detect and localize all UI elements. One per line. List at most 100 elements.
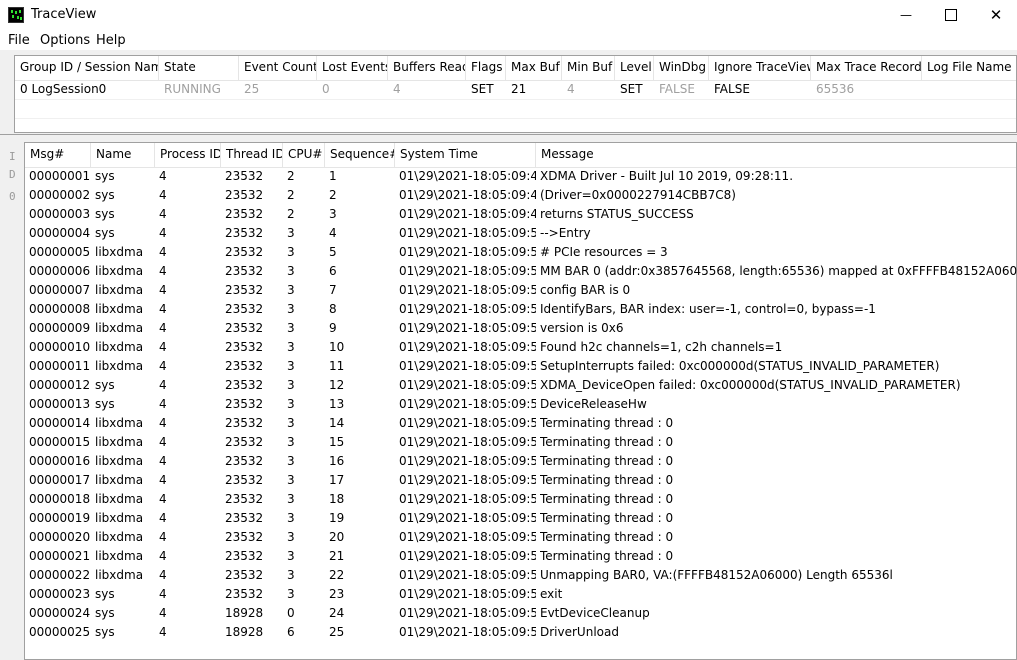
minimize-button[interactable]: — <box>883 0 929 30</box>
pane-splitter[interactable] <box>0 134 1017 142</box>
session-col-group-id-session-name[interactable]: Group ID / Session Name <box>15 56 159 80</box>
message-cell-message: returns STATUS_SUCCESS <box>540 207 694 221</box>
message-cell-sequence: 2 <box>329 188 337 202</box>
session-list[interactable]: Group ID / Session Name State Event Count L… <box>14 55 1017 133</box>
table-row[interactable]: 00000016 libxdma 4 23532 3 16 01\29\2021-18:05… <box>25 452 1016 471</box>
session-col-lost-events[interactable]: Lost Events <box>317 56 388 80</box>
session-col-max-buf[interactable]: Max Buf <box>506 56 562 80</box>
side-strip: I D 0 <box>0 142 24 660</box>
close-button[interactable]: ✕ <box>973 0 1017 30</box>
table-row[interactable]: 00000012 sys 4 23532 3 12 01\29\2021-18:05:09:… <box>25 376 1016 395</box>
message-cell-thread-id: 23532 <box>225 397 264 411</box>
message-cell-system-time: 01\29\2021-18:05:09:516 <box>399 473 536 487</box>
message-cell-sequence: 1 <box>329 169 337 183</box>
table-row[interactable]: 00000005 libxdma 4 23532 3 5 01\29\2021-18:05:… <box>25 243 1016 262</box>
session-col-min-buf[interactable]: Min Buf <box>562 56 615 80</box>
message-col-name[interactable]: Name <box>91 143 155 167</box>
menu-options[interactable]: Options <box>40 33 90 48</box>
table-row[interactable]: 00000015 libxdma 4 23532 3 15 01\29\2021-18:05… <box>25 433 1016 452</box>
session-col-flags[interactable]: Flags <box>466 56 506 80</box>
session-cell-windbg: FALSE <box>659 82 695 96</box>
message-cell-cpu: 3 <box>287 397 295 411</box>
message-cell-cpu: 0 <box>287 606 295 620</box>
maximize-button[interactable] <box>928 0 974 30</box>
message-cell-message: EvtDeviceCleanup <box>540 606 650 620</box>
table-row[interactable]: 00000021 libxdma 4 23532 3 21 01\29\2021-18:05… <box>25 547 1016 566</box>
table-row[interactable]: 00000006 libxdma 4 23532 3 6 01\29\2021-18:05:… <box>25 262 1017 281</box>
message-cell-name: sys <box>95 606 115 620</box>
message-cell-message: SetupInterrupts failed: 0xc000000d(STATU… <box>540 359 940 373</box>
message-list[interactable]: Msg# Name Process ID Thread ID CPU# Sequence#… <box>24 142 1017 660</box>
message-cell-system-time: 01\29\2021-18:05:09:516 <box>399 587 536 601</box>
menu-file[interactable]: File <box>8 33 30 48</box>
session-col-buffers-read[interactable]: Buffers Read <box>388 56 466 80</box>
session-row[interactable]: 0 LogSession0 RUNNING 25 0 4 SET 21 4 SET FALSE FA… <box>15 80 1016 99</box>
message-cell-system-time: 01\29\2021-18:05:09:516 <box>399 549 536 563</box>
message-cell-name: sys <box>95 188 115 202</box>
message-cell-name: libxdma <box>95 321 144 335</box>
message-col-process-id[interactable]: Process ID <box>155 143 221 167</box>
message-cell-system-time: 01\29\2021-18:05:09:515 <box>399 264 536 278</box>
message-col-cpu[interactable]: CPU# <box>283 143 325 167</box>
table-row[interactable]: 00000004 sys 4 23532 3 4 01\29\2021-18:05:09:5… <box>25 224 1016 243</box>
table-row[interactable]: 00000024 sys 4 18928 0 24 01\29\2021-18:05:09:… <box>25 604 1016 623</box>
table-row[interactable]: 00000019 libxdma 4 23532 3 19 01\29\2021-18:05… <box>25 509 1016 528</box>
message-cell-msg: 00000018 <box>29 492 91 506</box>
message-cell-message: Terminating thread : 0 <box>540 454 674 468</box>
session-col-windbg[interactable]: WinDbg <box>654 56 709 80</box>
table-row[interactable]: 00000018 libxdma 4 23532 3 18 01\29\2021-18:05… <box>25 490 1016 509</box>
message-cell-msg: 00000007 <box>29 283 91 297</box>
table-row[interactable]: 00000023 sys 4 23532 3 23 01\29\2021-18:05:09:… <box>25 585 1016 604</box>
session-col-level[interactable]: Level <box>615 56 654 80</box>
table-row[interactable]: 00000013 sys 4 23532 3 13 01\29\2021-18:05:09:… <box>25 395 1016 414</box>
message-cell-process-id: 4 <box>159 188 167 202</box>
message-cell-system-time: 01\29\2021-18:05:09:516 <box>399 492 536 506</box>
table-row[interactable]: 00000009 libxdma 4 23532 3 9 01\29\2021-18:05:… <box>25 319 1016 338</box>
message-cell-sequence: 9 <box>329 321 337 335</box>
message-cell-name: libxdma <box>95 454 144 468</box>
message-col-msg[interactable]: Msg# <box>25 143 91 167</box>
message-cell-name: libxdma <box>95 302 144 316</box>
side-glyph-1: I <box>9 150 16 163</box>
message-cell-sequence: 7 <box>329 283 337 297</box>
message-cell-message: Terminating thread : 0 <box>540 549 674 563</box>
table-row[interactable]: 00000014 libxdma 4 23532 3 14 01\29\2021-18:05… <box>25 414 1016 433</box>
message-col-system-time[interactable]: System Time <box>395 143 536 167</box>
table-row[interactable]: 00000022 libxdma 4 23532 3 22 01\29\2021-18:05… <box>25 566 1016 585</box>
session-col-ignore-traceview[interactable]: Ignore TraceView <box>709 56 811 80</box>
message-cell-name: sys <box>95 207 115 221</box>
table-row[interactable]: 00000002 sys 4 23532 2 2 01\29\2021-18:05:09:4… <box>25 186 1016 205</box>
session-col-log-file-name[interactable]: Log File Name <box>922 56 1017 80</box>
message-cell-sequence: 19 <box>329 511 345 525</box>
message-cell-system-time: 01\29\2021-18:05:09:515 <box>399 302 536 316</box>
message-col-sequence[interactable]: Sequence# <box>325 143 395 167</box>
message-cell-sequence: 20 <box>329 530 345 544</box>
maximize-icon <box>945 9 957 21</box>
table-row[interactable]: 00000020 libxdma 4 23532 3 20 01\29\2021-18:05… <box>25 528 1016 547</box>
table-row[interactable]: 00000025 sys 4 18928 6 25 01\29\2021-18:05:09:… <box>25 623 1016 642</box>
message-col-message[interactable]: Message <box>536 143 1017 167</box>
message-cell-message: (Driver=0x0000227914CBB7C8) <box>540 188 736 202</box>
message-cell-thread-id: 18928 <box>225 606 264 620</box>
session-cell-buffers-read: 4 <box>393 82 401 96</box>
message-cell-sequence: 15 <box>329 435 345 449</box>
table-row[interactable]: 00000010 libxdma 4 23532 3 10 01\29\2021-18:05… <box>25 338 1016 357</box>
table-row[interactable]: 00000017 libxdma 4 23532 3 17 01\29\2021-18:05… <box>25 471 1016 490</box>
menu-help[interactable]: Help <box>96 33 126 48</box>
session-col-max-trace-records[interactable]: Max Trace Records <box>811 56 922 80</box>
table-row[interactable]: 00000008 libxdma 4 23532 3 8 01\29\2021-18:05:… <box>25 300 1016 319</box>
message-cell-process-id: 4 <box>159 169 167 183</box>
session-col-state[interactable]: State <box>159 56 239 80</box>
table-row[interactable]: 00000011 libxdma 4 23532 3 11 01\29\2021-18:05… <box>25 357 1016 376</box>
message-cell-cpu: 2 <box>287 169 295 183</box>
table-row[interactable]: 00000003 sys 4 23532 2 3 01\29\2021-18:05:09:4… <box>25 205 1016 224</box>
message-cell-sequence: 14 <box>329 416 345 430</box>
table-row[interactable]: 00000001 sys 4 23532 2 1 01\29\2021-18:05:09:4… <box>25 167 1016 186</box>
session-col-event-count[interactable]: Event Count <box>239 56 317 80</box>
message-cell-message: -->Entry <box>540 226 591 240</box>
table-row[interactable]: 00000007 libxdma 4 23532 3 7 01\29\2021-18:05:… <box>25 281 1016 300</box>
message-cell-name: libxdma <box>95 492 144 506</box>
session-cell-ignore-traceview: FALSE <box>714 82 750 96</box>
message-col-thread-id[interactable]: Thread ID <box>221 143 283 167</box>
message-cell-cpu: 3 <box>287 435 295 449</box>
